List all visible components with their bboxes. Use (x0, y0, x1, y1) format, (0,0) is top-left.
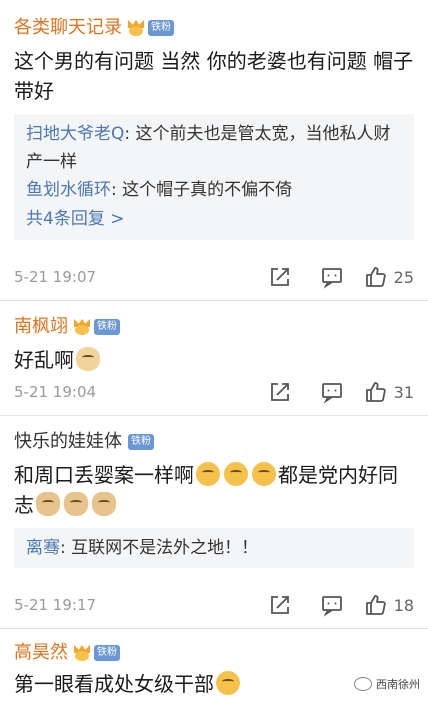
comment-author[interactable]: 各类聊天记录 (14, 16, 122, 40)
reply-item[interactable]: 鱼划水循环: 这个帽子真的不偏不倚 (26, 176, 402, 204)
like-count: 31 (393, 382, 414, 402)
fan-badge: 铁粉 (94, 645, 120, 661)
comment-header: 快乐的娃娃体 铁粉 (14, 430, 414, 454)
crown-icon (126, 19, 146, 37)
reply-author[interactable]: 鱼划水循环 (26, 180, 111, 200)
doge-emoji-icon (64, 492, 88, 516)
cat-emoji-icon (76, 347, 100, 371)
comment-text: 和周口丢婴案一样啊 都是党内好同志 (14, 460, 414, 520)
thumbs-up-icon (365, 267, 386, 287)
watermark-text: 西南徐州 (376, 678, 420, 691)
comment-icon[interactable] (320, 265, 344, 289)
comment-header: 各类聊天记录 铁粉 (14, 16, 414, 40)
like-button[interactable]: 18 (364, 593, 414, 617)
fan-badge: 铁粉 (94, 319, 120, 335)
comment-text: 这个男的有问题 当然 你的老婆也有问题 帽子带好 (14, 49, 414, 103)
comment-time: 5-21 19:17 (14, 596, 97, 614)
comment-icon[interactable] (320, 380, 344, 404)
comment-author[interactable]: 高昊然 (14, 641, 68, 665)
reply-text: 互联网不是法外之地！！ (71, 538, 259, 558)
like-count: 25 (393, 267, 414, 287)
drooling-emoji-icon (196, 462, 220, 486)
reply-author[interactable]: 扫地大爷老Q (26, 124, 124, 144)
reply-box[interactable]: 扫地大爷老Q: 这个前夫也是管太宽，当他私人财产一样 鱼划水循环: 这个帽子真的… (14, 114, 414, 240)
reply-text: 这个帽子真的不偏不倚 (122, 180, 293, 200)
comment-text-content: 第一眼看成处女级干部 (14, 672, 214, 696)
comment-time: 5-21 19:04 (14, 383, 97, 401)
reply-item[interactable]: 离骞: 互联网不是法外之地！！ (26, 534, 402, 562)
thumbs-up-icon (365, 595, 386, 615)
fan-badge: 铁粉 (148, 20, 174, 36)
comment-footer: 5-21 19:07 25 (14, 264, 414, 290)
comment-icon[interactable] (320, 593, 344, 617)
comment-footer: 5-21 19:04 31 (14, 379, 414, 405)
comment-author[interactable]: 南枫翊 (14, 315, 68, 339)
like-count: 18 (393, 595, 414, 615)
comment-author[interactable]: 快乐的娃娃体 (14, 430, 122, 454)
comment-time: 5-21 19:07 (14, 268, 97, 286)
like-button[interactable]: 31 (364, 380, 414, 404)
reply-separator: : (111, 180, 123, 200)
fan-badge: 铁粉 (128, 434, 154, 450)
comment-item: 各类聊天记录 铁粉 这个男的有问题 当然 你的老婆也有问题 帽子带好 扫地大爷老… (0, 0, 428, 300)
watermark: 西南徐州 (354, 676, 420, 692)
comment-item: 快乐的娃娃体 铁粉 和周口丢婴案一样啊 都是党内好同志 离骞: 互联网不是法外之地… (0, 415, 428, 628)
reply-author[interactable]: 离骞 (26, 538, 60, 558)
crown-icon (72, 644, 92, 662)
doge-emoji-icon (36, 492, 60, 516)
thumbs-up-icon (365, 382, 386, 402)
comment-footer: 5-21 19:17 18 (14, 592, 414, 618)
reply-item[interactable]: 扫地大爷老Q: 这个前夫也是管太宽，当他私人财产一样 (26, 120, 402, 176)
drooling-emoji-icon (252, 462, 276, 486)
reply-separator: : (124, 124, 136, 144)
crown-icon (72, 318, 92, 336)
comment-header: 高昊然 铁粉 (14, 641, 414, 665)
share-icon[interactable] (268, 380, 292, 404)
smile-emoji-icon (216, 671, 240, 695)
more-replies-link[interactable]: 共4条回复 > (26, 204, 402, 234)
reply-separator: : (60, 538, 72, 558)
share-icon[interactable] (268, 593, 292, 617)
comment-item: 南枫翊 铁粉 好乱啊 5-21 19:04 31 (0, 300, 428, 415)
like-button[interactable]: 25 (364, 265, 414, 289)
comment-text-part: 和周口丢婴案一样啊 (14, 463, 194, 487)
share-icon[interactable] (268, 265, 292, 289)
drooling-emoji-icon (224, 462, 248, 486)
doge-emoji-icon (92, 492, 116, 516)
reply-box[interactable]: 离骞: 互联网不是法外之地！！ (14, 528, 414, 568)
comment-text: 好乱啊 (14, 345, 414, 375)
wechat-icon (354, 677, 372, 691)
comment-text-content: 好乱啊 (14, 348, 74, 372)
comment-header: 南枫翊 铁粉 (14, 315, 414, 339)
